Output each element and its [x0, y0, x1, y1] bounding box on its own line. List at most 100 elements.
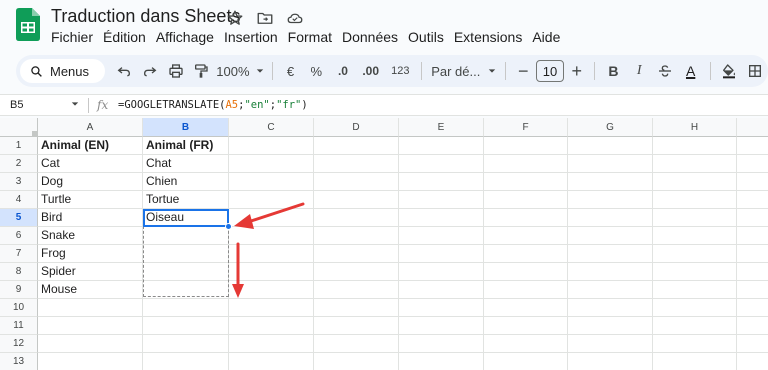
column-header-d[interactable]: D [314, 118, 399, 137]
empty-cell[interactable] [484, 173, 568, 191]
cell-b5[interactable]: Oiseau [143, 209, 229, 227]
cell-a1[interactable]: Animal (EN) [38, 137, 143, 155]
column-header-a[interactable]: A [38, 118, 143, 137]
empty-cell[interactable] [484, 263, 568, 281]
empty-cell[interactable] [737, 209, 768, 227]
row-header-3[interactable]: 3 [0, 173, 38, 191]
cell-a7[interactable]: Frog [38, 245, 143, 263]
empty-cell[interactable] [229, 191, 314, 209]
empty-cell[interactable] [653, 317, 737, 335]
empty-cell[interactable] [653, 353, 737, 370]
empty-cell[interactable] [568, 281, 653, 299]
row-header-12[interactable]: 12 [0, 335, 38, 353]
empty-cell[interactable] [229, 227, 314, 245]
empty-cell[interactable] [38, 317, 143, 335]
empty-cell[interactable] [484, 245, 568, 263]
menu-tools[interactable]: Outils [403, 29, 449, 45]
cell-a6[interactable]: Snake [38, 227, 143, 245]
empty-cell[interactable] [568, 299, 653, 317]
empty-cell[interactable] [143, 299, 229, 317]
empty-cell[interactable] [399, 227, 484, 245]
empty-cell[interactable] [314, 209, 399, 227]
empty-cell[interactable] [399, 245, 484, 263]
font-size-increase-button[interactable]: + [566, 57, 588, 85]
empty-cell[interactable] [737, 263, 768, 281]
borders-button[interactable] [742, 57, 768, 85]
column-header-i[interactable] [737, 118, 768, 137]
fill-color-button[interactable] [717, 57, 743, 85]
empty-cell[interactable] [568, 227, 653, 245]
empty-cell[interactable] [653, 263, 737, 281]
empty-cell[interactable] [229, 209, 314, 227]
empty-cell[interactable] [653, 245, 737, 263]
empty-cell[interactable] [38, 299, 143, 317]
empty-cell[interactable] [229, 335, 314, 353]
empty-cell[interactable] [229, 317, 314, 335]
empty-cell[interactable] [568, 353, 653, 370]
empty-cell[interactable] [143, 245, 229, 263]
row-header-8[interactable]: 8 [0, 263, 38, 281]
empty-cell[interactable] [314, 353, 399, 370]
row-header-1[interactable]: 1 [0, 137, 38, 155]
star-icon[interactable] [226, 9, 244, 27]
empty-cell[interactable] [143, 263, 229, 281]
row-header-7[interactable]: 7 [0, 245, 38, 263]
empty-cell[interactable] [484, 317, 568, 335]
increase-decimal-button[interactable]: .00 [356, 57, 386, 85]
empty-cell[interactable] [314, 245, 399, 263]
row-header-13[interactable]: 13 [0, 353, 38, 370]
empty-cell[interactable] [143, 227, 229, 245]
cell-b2[interactable]: Chat [143, 155, 229, 173]
menu-search[interactable]: Menus [20, 59, 106, 83]
percent-format-button[interactable]: % [302, 57, 330, 85]
empty-cell[interactable] [568, 245, 653, 263]
cell-a9[interactable]: Mouse [38, 281, 143, 299]
font-family-select[interactable]: Par dé... [428, 57, 499, 85]
cell-a8[interactable]: Spider [38, 263, 143, 281]
undo-button[interactable] [111, 57, 137, 85]
empty-cell[interactable] [38, 335, 143, 353]
empty-cell[interactable] [314, 317, 399, 335]
empty-cell[interactable] [229, 137, 314, 155]
row-header-11[interactable]: 11 [0, 317, 38, 335]
menu-file[interactable]: Fichier [51, 29, 98, 45]
empty-cell[interactable] [229, 263, 314, 281]
currency-format-button[interactable]: € [279, 57, 303, 85]
empty-cell[interactable] [568, 155, 653, 173]
cell-b1[interactable]: Animal (FR) [143, 137, 229, 155]
empty-cell[interactable] [484, 299, 568, 317]
print-button[interactable] [163, 57, 189, 85]
empty-cell[interactable] [38, 353, 143, 370]
paint-format-button[interactable] [188, 57, 214, 85]
row-header-5[interactable]: 5 [0, 209, 38, 227]
number-format-button[interactable]: 123 [386, 57, 416, 85]
select-all-corner[interactable] [0, 118, 38, 137]
column-header-c[interactable]: C [229, 118, 314, 137]
empty-cell[interactable] [399, 137, 484, 155]
empty-cell[interactable] [568, 317, 653, 335]
empty-cell[interactable] [737, 281, 768, 299]
cell-b4[interactable]: Tortue [143, 191, 229, 209]
row-header-6[interactable]: 6 [0, 227, 38, 245]
bold-button[interactable]: B [601, 57, 627, 85]
empty-cell[interactable] [568, 263, 653, 281]
column-header-h[interactable]: H [653, 118, 737, 137]
empty-cell[interactable] [484, 227, 568, 245]
row-header-9[interactable]: 9 [0, 281, 38, 299]
empty-cell[interactable] [229, 173, 314, 191]
empty-cell[interactable] [737, 227, 768, 245]
empty-cell[interactable] [399, 155, 484, 173]
empty-cell[interactable] [143, 335, 229, 353]
formula-input[interactable]: =GOOGLETRANSLATE(A5;"en";"fr") [118, 99, 308, 111]
cell-a4[interactable]: Turtle [38, 191, 143, 209]
empty-cell[interactable] [399, 353, 484, 370]
cell-b3[interactable]: Chien [143, 173, 229, 191]
fill-handle[interactable] [225, 223, 232, 230]
column-header-b[interactable]: B [143, 118, 229, 137]
empty-cell[interactable] [653, 191, 737, 209]
empty-cell[interactable] [399, 317, 484, 335]
empty-cell[interactable] [568, 335, 653, 353]
empty-cell[interactable] [653, 209, 737, 227]
empty-cell[interactable] [399, 263, 484, 281]
empty-cell[interactable] [143, 317, 229, 335]
